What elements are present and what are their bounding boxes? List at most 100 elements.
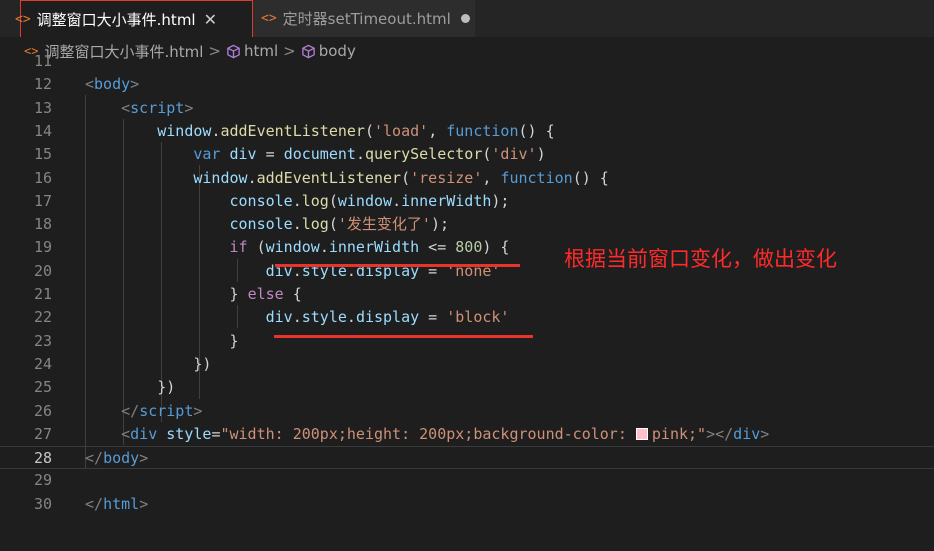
- line-number: 26: [33, 401, 52, 420]
- line-number: 18: [33, 215, 52, 234]
- code-token: style: [301, 308, 347, 327]
- code-token: script: [130, 98, 185, 117]
- code-token: div: [229, 145, 257, 164]
- code-text: <script>: [85, 97, 193, 120]
- code-line[interactable]: 26 </script>: [0, 400, 934, 423]
- tab-resize-event-html[interactable]: <> 调整窗口大小事件.html ✕: [15, 0, 253, 37]
- code-text: window.addEventListener('load', function…: [85, 120, 554, 143]
- code-token: window: [337, 191, 393, 210]
- code-line[interactable]: 17 console.log(window.innerWidth);: [0, 190, 934, 213]
- editor-tab-bar: <> 调整窗口大小事件.html ✕ <> 定时器setTimeout.html: [0, 0, 934, 37]
- code-text: }): [85, 353, 211, 376]
- code-token: </: [85, 494, 104, 513]
- code-line[interactable]: 28 </body>: [0, 446, 934, 470]
- code-text: </body>: [85, 447, 148, 470]
- code-token: .: [292, 308, 302, 327]
- code-line[interactable]: 16 window.addEventListener('resize', fun…: [0, 167, 934, 190]
- code-line[interactable]: 13 <script>: [0, 97, 934, 120]
- color-swatch-icon[interactable]: [635, 427, 648, 440]
- code-text: console.log('发生变化了');: [85, 213, 450, 236]
- code-editor[interactable]: 11 12 <body> 13 <script> 14 window.addEventL…: [0, 52, 934, 551]
- code-token: .: [355, 145, 365, 164]
- code-token: style: [166, 424, 212, 443]
- code-token: addEventListener: [220, 121, 365, 140]
- code-line[interactable]: 12 <body>: [0, 73, 934, 96]
- code-token: 'load': [374, 121, 429, 140]
- code-token: () {: [572, 168, 609, 187]
- line-number: 28: [33, 449, 52, 468]
- code-token: (: [401, 168, 411, 187]
- code-line[interactable]: 24 }): [0, 353, 934, 376]
- code-token: '发生变化了': [337, 215, 431, 234]
- code-token: >: [184, 98, 194, 117]
- code-token: innerWidth: [328, 238, 420, 257]
- code-line[interactable]: 11: [0, 50, 934, 73]
- code-token: >: [139, 494, 149, 513]
- code-token: addEventListener: [256, 168, 402, 187]
- code-token: >: [139, 449, 149, 468]
- code-token: =: [256, 145, 284, 164]
- code-text: }): [85, 376, 175, 399]
- unsaved-dot-icon[interactable]: [460, 14, 470, 23]
- line-number: 13: [33, 98, 52, 117]
- tab-label: 调整窗口大小事件.html: [36, 10, 196, 29]
- code-token: <=: [419, 238, 456, 257]
- code-token: (: [247, 238, 266, 257]
- code-line[interactable]: 27 <div style="width: 200px;height: 200p…: [0, 423, 934, 446]
- code-token: .: [392, 191, 402, 210]
- code-token: display: [355, 308, 420, 327]
- code-token: {: [283, 285, 302, 303]
- code-token: .: [346, 308, 356, 327]
- line-number: 22: [33, 308, 52, 327]
- code-token: );: [491, 191, 510, 210]
- code-token: innerWidth: [401, 191, 492, 210]
- code-line[interactable]: 18 console.log('发生变化了');: [0, 213, 934, 236]
- code-text: if (window.innerWidth <= 800) {: [85, 236, 510, 259]
- code-token: body: [94, 75, 131, 94]
- code-token: else: [247, 285, 284, 303]
- code-token: body: [103, 449, 140, 468]
- line-number: 19: [33, 238, 52, 257]
- code-line[interactable]: 30 </html>: [0, 493, 934, 516]
- close-icon[interactable]: ✕: [204, 10, 217, 29]
- code-line[interactable]: 21 } else {: [0, 283, 934, 306]
- line-number: 11: [33, 52, 52, 70]
- code-line[interactable]: 23 }: [0, 330, 934, 353]
- code-token: script: [139, 401, 194, 420]
- line-number: 30: [33, 494, 52, 513]
- code-text: } else {: [85, 283, 302, 306]
- code-token: .: [319, 238, 329, 257]
- tab-settimeout-html[interactable]: <> 定时器setTimeout.html: [253, 0, 475, 37]
- code-text: div.style.display = 'block': [85, 306, 510, 329]
- code-token: var: [193, 145, 221, 164]
- code-token: 'resize': [410, 168, 483, 187]
- line-number: 16: [33, 168, 52, 187]
- code-token: "width: 200px;height: 200px;background-c…: [220, 424, 636, 443]
- code-token: log: [301, 215, 329, 234]
- code-text: </html>: [85, 493, 148, 516]
- code-token: (: [328, 191, 338, 210]
- code-line[interactable]: 15 var div = document.querySelector('div…: [0, 143, 934, 166]
- code-line[interactable]: 22 div.style.display = 'block': [0, 306, 934, 329]
- code-token: }: [85, 331, 239, 350]
- code-token: window: [157, 121, 212, 140]
- code-token: <: [121, 424, 131, 443]
- code-token: ): [536, 145, 546, 164]
- code-text: <div style="width: 200px;height: 200px;b…: [85, 423, 769, 446]
- code-line[interactable]: 29: [0, 469, 934, 492]
- line-number: 29: [33, 471, 52, 490]
- code-line[interactable]: 25 }): [0, 376, 934, 399]
- line-number: 25: [33, 378, 52, 397]
- code-token: =: [419, 308, 447, 327]
- code-token: html: [103, 494, 140, 513]
- html-file-icon: <>: [15, 11, 31, 27]
- code-line[interactable]: 14 window.addEventListener('load', funct…: [0, 120, 934, 143]
- code-text: <body>: [85, 73, 139, 96]
- line-number: 17: [33, 191, 52, 210]
